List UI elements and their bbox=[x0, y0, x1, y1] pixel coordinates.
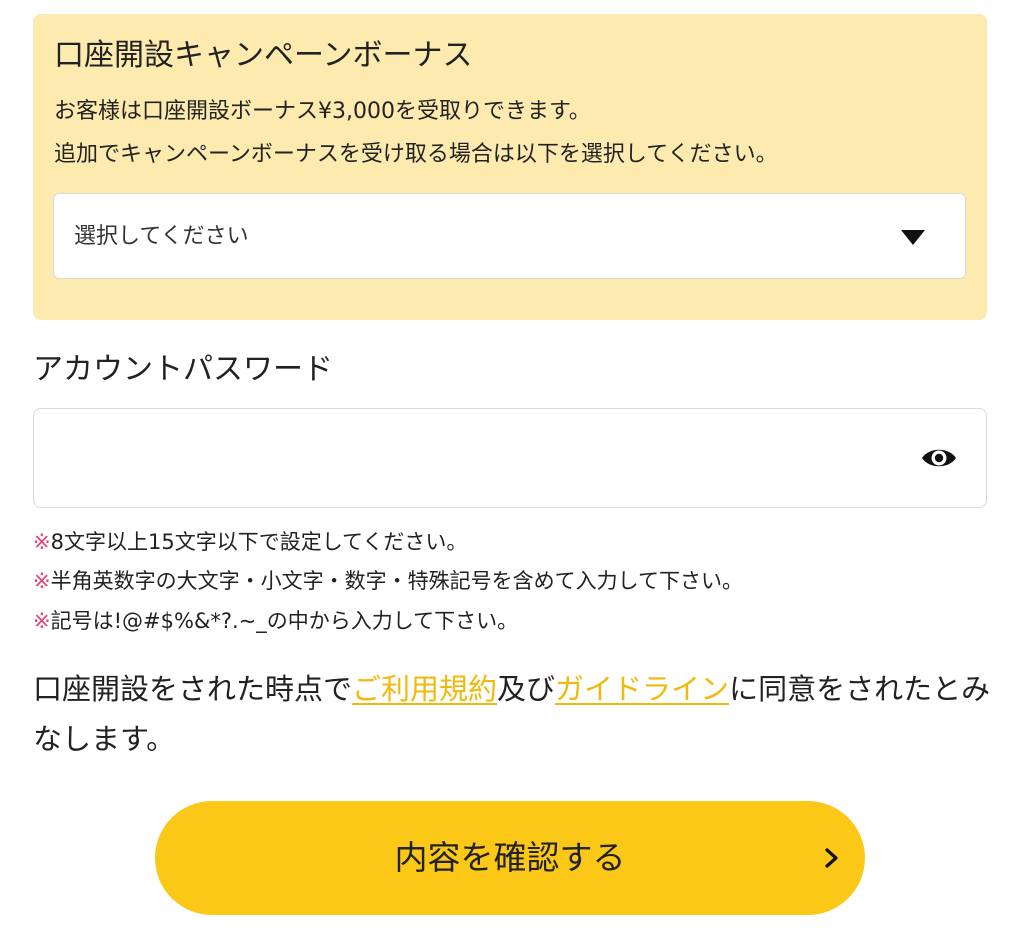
campaign-bonus-panel: 口座開設キャンペーンボーナス お客様は口座開設ボーナス¥3,000を受取りできま… bbox=[33, 14, 987, 320]
note-mark: ※ bbox=[33, 569, 51, 593]
guideline-link[interactable]: ガイドライン bbox=[555, 672, 729, 706]
terms-of-use-link[interactable]: ご利用規約 bbox=[352, 672, 497, 706]
password-input[interactable] bbox=[50, 429, 904, 489]
password-rule-note: ※半角英数字の大文字・小文字・数字・特殊記号を含めて入力して下さい。 bbox=[33, 566, 743, 596]
note-mark: ※ bbox=[33, 609, 51, 633]
chevron-right-icon bbox=[823, 847, 841, 869]
note-text: 半角英数字の大文字・小文字・数字・特殊記号を含めて入力して下さい。 bbox=[50, 569, 743, 593]
note-text: 記号は!@#$%&*?.~_の中から入力して下さい。 bbox=[50, 609, 519, 633]
agreement-text-before: 口座開設をされた時点で bbox=[33, 672, 353, 706]
password-rule-note: ※8文字以上15文字以下で設定してください。 bbox=[33, 527, 467, 557]
confirm-content-button-label: 内容を確認する bbox=[394, 838, 626, 877]
note-mark: ※ bbox=[33, 530, 51, 554]
campaign-bonus-description-line-2: 追加でキャンペーンボーナスを受け取る場合は以下を選択してください。 bbox=[54, 142, 778, 167]
confirm-content-button[interactable]: 内容を確認する bbox=[155, 801, 865, 915]
password-rule-note: ※記号は!@#$%&*?.~_の中から入力して下さい。 bbox=[33, 606, 518, 636]
note-text: 8文字以上15文字以下で設定してください。 bbox=[50, 530, 468, 554]
eye-icon[interactable] bbox=[920, 443, 958, 473]
agreement-text-middle: 及び bbox=[497, 672, 556, 706]
campaign-bonus-title: 口座開設キャンペーンボーナス bbox=[54, 38, 473, 73]
campaign-bonus-select-value: 選択してください bbox=[74, 224, 249, 249]
campaign-bonus-description-line-1: お客様は口座開設ボーナス¥3,000を受取りできます。 bbox=[54, 99, 591, 124]
password-field bbox=[33, 408, 987, 508]
campaign-bonus-select[interactable]: 選択してください bbox=[53, 193, 966, 279]
password-label: アカウントパスワード bbox=[33, 352, 333, 387]
triangle-down-icon bbox=[901, 230, 925, 245]
agreement-text: 口座開設をされた時点でご利用規約及びガイドラインに同意をされたとみなします。 bbox=[33, 664, 993, 764]
